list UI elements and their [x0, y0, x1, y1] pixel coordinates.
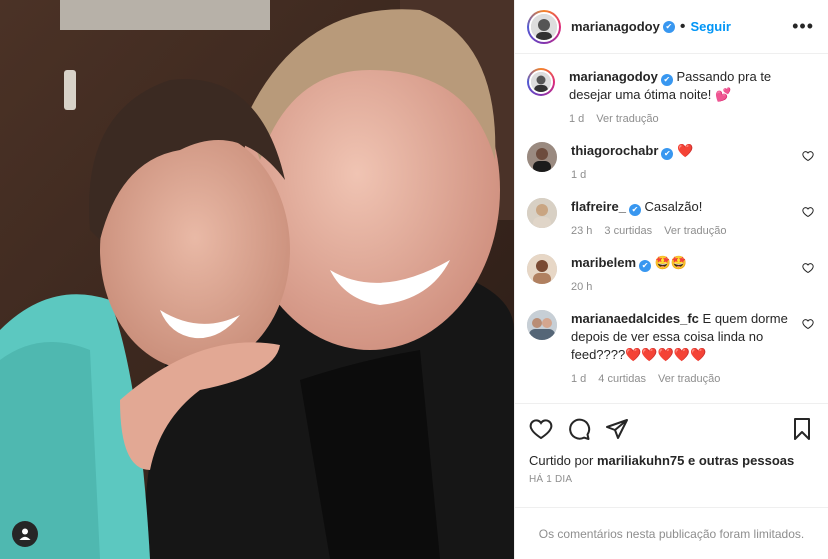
like-heart-icon[interactable] [529, 417, 553, 441]
comment-username[interactable]: thiagorochabr [571, 143, 658, 158]
author-username[interactable]: marianagodoy [571, 19, 660, 34]
post-header: marianagodoy ✔ • Seguir ••• [515, 0, 828, 54]
comment-bubble-icon[interactable] [567, 417, 591, 441]
comment-row: maribelem ✔ 🤩🤩 20 h [527, 254, 814, 296]
comment-translate-link[interactable]: Ver tradução [664, 225, 726, 237]
like-comment-heart-icon[interactable] [802, 318, 814, 330]
caption-author[interactable]: marianagodoy [569, 69, 658, 84]
like-comment-heart-icon[interactable] [802, 150, 814, 162]
comment-time[interactable]: 23 h [571, 225, 592, 237]
comment-time[interactable]: 1 d [571, 373, 586, 385]
comments-limited-notice: Os comentários nesta publicação foram li… [515, 507, 828, 559]
follow-button[interactable]: Seguir [690, 19, 730, 34]
commenter-avatar[interactable] [527, 198, 557, 228]
comment-username[interactable]: maribelem [571, 255, 636, 270]
more-options-icon[interactable]: ••• [792, 16, 814, 37]
author-avatar[interactable] [527, 9, 561, 44]
caption-row: marianagodoy ✔ Passando pra te desejar um… [527, 68, 814, 128]
post-photo[interactable] [0, 0, 514, 559]
verified-badge-icon: ✔ [660, 74, 673, 86]
commenter-avatar[interactable] [527, 254, 557, 284]
verified-badge-icon: ✔ [661, 148, 674, 160]
comment-likes[interactable]: 4 curtidas [598, 373, 646, 385]
comment-row: thiagorochabr ✔ ❤️ 1 d [527, 142, 814, 184]
verified-badge-icon: ✔ [639, 260, 652, 272]
commenter-avatar[interactable] [527, 142, 557, 172]
like-comment-heart-icon[interactable] [802, 206, 814, 218]
share-paper-plane-icon[interactable] [605, 417, 629, 441]
caption-time[interactable]: 1 d [569, 113, 584, 125]
comment-text: 🤩🤩 [654, 255, 688, 270]
liked-by-user[interactable]: mariliakuhn75 [597, 453, 684, 468]
caption-author-avatar[interactable] [527, 68, 555, 96]
caption-translate-link[interactable]: Ver tradução [596, 113, 658, 125]
couple-selfie-image [0, 0, 514, 559]
verified-badge-icon: ✔ [628, 204, 641, 216]
like-comment-heart-icon[interactable] [802, 262, 814, 274]
comment-text: Casalzão! [644, 199, 703, 214]
comment-translate-link[interactable]: Ver tradução [658, 373, 720, 385]
comment-username[interactable]: flafreire_ [571, 199, 626, 214]
instagram-post-modal: marianagodoy ✔ • Seguir ••• marianagodoy… [0, 0, 828, 559]
post-action-bar [515, 403, 828, 453]
separator-dot: • [679, 17, 686, 35]
post-timestamp[interactable]: HÁ 1 DIA [515, 468, 828, 485]
comment-row: flafreire_ ✔ Casalzão! 23 h 3 curtidas Ver … [527, 198, 814, 240]
post-side-panel: marianagodoy ✔ • Seguir ••• marianagodoy… [514, 0, 828, 559]
comment-row: marianaedalcides_fc E quem dorme depois … [527, 310, 814, 388]
comment-username[interactable]: marianaedalcides_fc [571, 311, 699, 326]
comment-likes[interactable]: 3 curtidas [604, 225, 652, 237]
verified-badge-icon: ✔ [662, 20, 675, 33]
liked-by-prefix: Curtido por [529, 453, 594, 468]
comment-time[interactable]: 20 h [571, 281, 592, 293]
liked-by-others[interactable]: e outras pessoas [688, 453, 794, 468]
comments-list: marianagodoy ✔ Passando pra te desejar um… [515, 54, 828, 403]
commenter-avatar[interactable] [527, 310, 557, 340]
tagged-users-icon[interactable] [12, 521, 38, 547]
save-bookmark-icon[interactable] [790, 417, 814, 441]
comment-text: ❤️ [677, 143, 694, 158]
liked-by-line: Curtido por mariliakuhn75 e outras pesso… [515, 453, 828, 468]
comment-time[interactable]: 1 d [571, 169, 586, 181]
